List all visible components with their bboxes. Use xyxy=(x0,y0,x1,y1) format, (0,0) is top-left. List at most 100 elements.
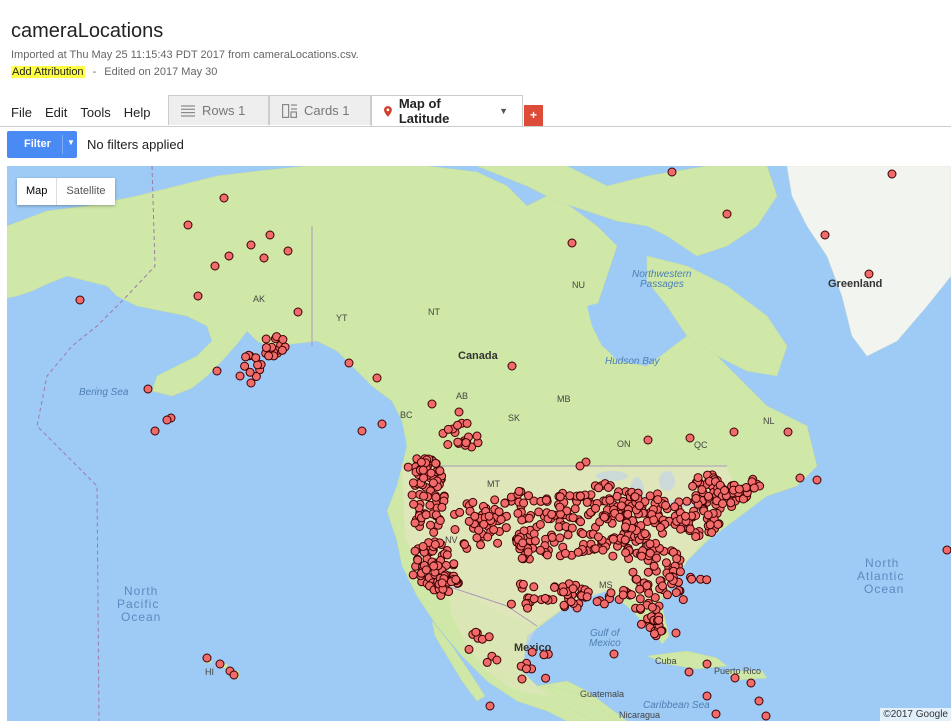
camera-marker[interactable] xyxy=(251,353,261,363)
camera-marker[interactable] xyxy=(761,711,771,721)
camera-marker[interactable] xyxy=(513,508,523,518)
camera-marker[interactable] xyxy=(605,495,615,505)
map-view[interactable]: Greenland NU Northwestern Passages NT YT… xyxy=(7,166,951,721)
camera-marker[interactable] xyxy=(567,238,577,248)
camera-marker[interactable] xyxy=(455,507,465,517)
camera-marker[interactable] xyxy=(437,502,447,512)
camera-marker[interactable] xyxy=(419,491,429,501)
camera-marker[interactable] xyxy=(661,500,671,510)
camera-marker[interactable] xyxy=(637,551,647,561)
camera-marker[interactable] xyxy=(541,673,551,683)
camera-marker[interactable] xyxy=(754,696,764,706)
camera-marker[interactable] xyxy=(521,664,531,674)
camera-marker[interactable] xyxy=(442,550,452,560)
camera-marker[interactable] xyxy=(675,567,685,577)
camera-marker[interactable] xyxy=(608,551,618,561)
camera-marker[interactable] xyxy=(722,209,732,219)
camera-marker[interactable] xyxy=(570,504,580,514)
camera-marker[interactable] xyxy=(357,426,367,436)
map-type-map-button[interactable]: Map xyxy=(17,178,58,205)
camera-marker[interactable] xyxy=(501,523,511,533)
camera-marker[interactable] xyxy=(484,511,494,521)
camera-marker[interactable] xyxy=(627,590,636,600)
camera-marker[interactable] xyxy=(643,435,653,445)
camera-marker[interactable] xyxy=(518,579,528,589)
camera-marker[interactable] xyxy=(264,351,274,361)
camera-marker[interactable] xyxy=(665,572,675,582)
camera-marker[interactable] xyxy=(582,497,592,507)
camera-marker[interactable] xyxy=(261,343,271,353)
camera-marker[interactable] xyxy=(942,545,951,555)
add-tab-button[interactable]: + xyxy=(524,105,543,126)
camera-marker[interactable] xyxy=(245,367,255,377)
camera-marker[interactable] xyxy=(655,523,665,532)
camera-marker[interactable] xyxy=(594,483,604,493)
camera-marker[interactable] xyxy=(618,590,628,600)
tab-cards[interactable]: Cards 1 xyxy=(269,95,371,125)
camera-marker[interactable] xyxy=(575,491,585,501)
camera-marker[interactable] xyxy=(555,502,565,512)
camera-marker[interactable] xyxy=(506,599,516,609)
tab-map[interactable]: Map of Latitude ▼ xyxy=(371,95,523,127)
camera-marker[interactable] xyxy=(429,561,439,571)
camera-marker[interactable] xyxy=(468,497,478,507)
menu-edit[interactable]: Edit xyxy=(45,105,67,120)
camera-marker[interactable] xyxy=(647,602,657,612)
camera-marker[interactable] xyxy=(489,525,499,535)
camera-marker[interactable] xyxy=(609,649,619,659)
camera-marker[interactable] xyxy=(428,478,438,488)
camera-marker[interactable] xyxy=(560,548,570,558)
camera-marker[interactable] xyxy=(550,582,559,592)
camera-marker[interactable] xyxy=(635,584,645,594)
camera-marker[interactable] xyxy=(703,510,713,520)
camera-marker[interactable] xyxy=(670,502,680,512)
camera-marker[interactable] xyxy=(681,511,690,521)
camera-marker[interactable] xyxy=(461,438,471,448)
camera-marker[interactable] xyxy=(453,420,462,430)
camera-marker[interactable] xyxy=(372,373,382,383)
camera-marker[interactable] xyxy=(517,674,527,684)
camera-marker[interactable] xyxy=(684,667,694,677)
camera-marker[interactable] xyxy=(704,491,713,501)
camera-marker[interactable] xyxy=(746,678,756,688)
camera-marker[interactable] xyxy=(645,539,655,549)
camera-marker[interactable] xyxy=(649,515,659,525)
camera-marker[interactable] xyxy=(253,360,263,370)
camera-marker[interactable] xyxy=(685,524,695,534)
camera-marker[interactable] xyxy=(688,481,698,491)
camera-marker[interactable] xyxy=(672,554,682,564)
camera-marker[interactable] xyxy=(496,515,506,524)
camera-marker[interactable] xyxy=(634,501,644,511)
camera-marker[interactable] xyxy=(427,399,437,409)
camera-marker[interactable] xyxy=(720,486,729,495)
camera-marker[interactable] xyxy=(645,491,655,501)
camera-marker[interactable] xyxy=(150,426,160,436)
camera-marker[interactable] xyxy=(482,657,492,667)
camera-marker[interactable] xyxy=(661,558,671,568)
camera-marker[interactable] xyxy=(162,415,172,425)
camera-marker[interactable] xyxy=(408,570,418,580)
camera-marker[interactable] xyxy=(534,507,544,517)
camera-marker[interactable] xyxy=(662,590,672,600)
camera-marker[interactable] xyxy=(229,670,239,680)
camera-marker[interactable] xyxy=(598,545,608,555)
camera-marker[interactable] xyxy=(693,473,703,483)
camera-marker[interactable] xyxy=(530,536,540,546)
camera-marker[interactable] xyxy=(265,230,275,240)
camera-marker[interactable] xyxy=(215,659,225,669)
camera-marker[interactable] xyxy=(636,619,646,629)
camera-marker[interactable] xyxy=(542,550,552,560)
camera-marker[interactable] xyxy=(410,518,420,528)
camera-marker[interactable] xyxy=(620,535,630,545)
camera-marker[interactable] xyxy=(535,545,545,555)
camera-marker[interactable] xyxy=(527,647,537,657)
camera-marker[interactable] xyxy=(435,516,445,525)
camera-marker[interactable] xyxy=(277,345,287,355)
camera-marker[interactable] xyxy=(635,594,645,604)
camera-marker[interactable] xyxy=(470,511,480,521)
camera-marker[interactable] xyxy=(702,691,712,701)
camera-marker[interactable] xyxy=(418,465,428,475)
camera-marker[interactable] xyxy=(636,603,645,613)
camera-marker[interactable] xyxy=(541,495,551,505)
camera-marker[interactable] xyxy=(630,492,640,502)
